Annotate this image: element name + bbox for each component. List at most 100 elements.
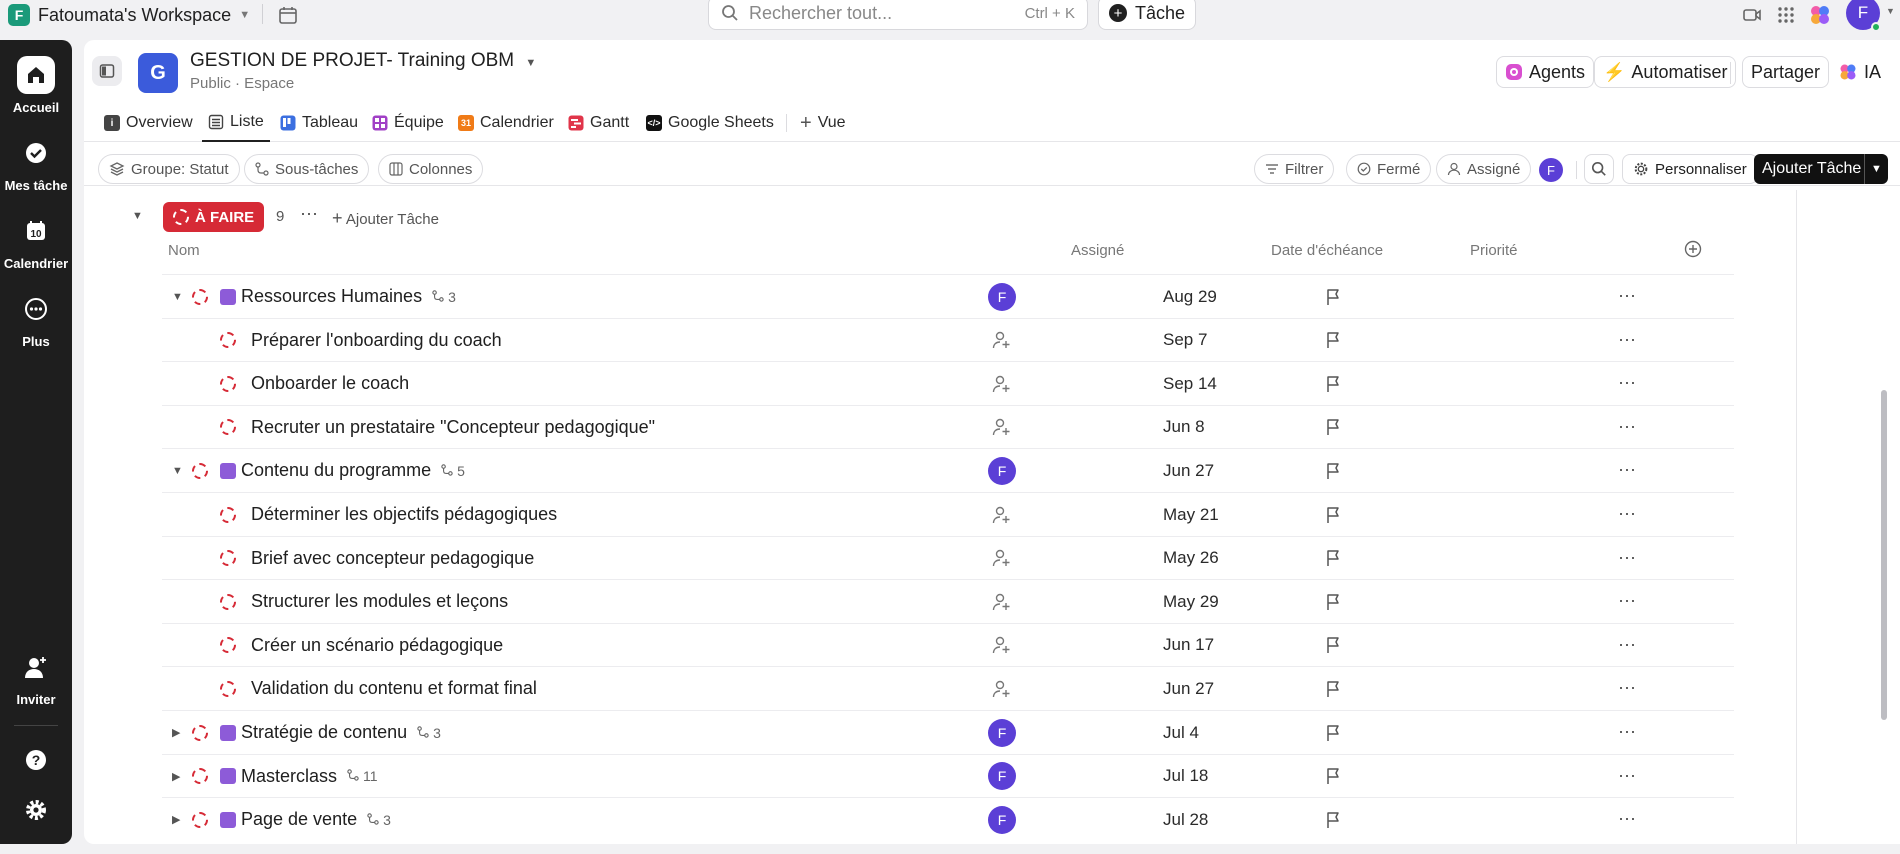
agents-button[interactable]: Agents (1496, 56, 1595, 88)
assign-user-icon[interactable] (992, 505, 1012, 525)
priority-flag-icon[interactable] (1326, 288, 1342, 306)
due-date[interactable]: Jun 27 (1163, 679, 1214, 699)
priority-flag-icon[interactable] (1326, 593, 1342, 611)
caret-down-icon[interactable]: ▼ (172, 291, 183, 303)
assignee-avatar[interactable]: F (988, 718, 1016, 747)
due-date[interactable]: Jul 4 (1163, 723, 1199, 743)
priority-flag-icon[interactable] (1326, 724, 1342, 742)
status-circle-icon[interactable] (192, 288, 208, 305)
more-icon[interactable]: ⋯ (1618, 678, 1637, 699)
due-date[interactable]: Sep 7 (1163, 330, 1207, 350)
tab-list[interactable]: Liste (202, 104, 270, 142)
table-row[interactable]: ▼ Contenu du programme F Jun 27 ⋯ 5 (162, 448, 1734, 492)
sidebar-toggle-icon[interactable] (92, 56, 122, 86)
assign-user-icon[interactable] (992, 679, 1012, 699)
add-view-button[interactable]: + Vue (800, 104, 846, 142)
group-by-button[interactable]: Groupe: Statut (98, 154, 240, 184)
table-row[interactable]: Brief avec concepteur pedagogique May 26 ⋯ (162, 535, 1734, 580)
subtask-count[interactable]: 3 (417, 725, 441, 741)
task-name[interactable]: Stratégie de contenu (241, 722, 407, 743)
due-date[interactable]: May 29 (1163, 592, 1219, 612)
due-date[interactable]: Aug 29 (1163, 287, 1217, 307)
sidebar-item-calendar[interactable]: 10 Calendrier (0, 212, 72, 271)
page-title[interactable]: GESTION DE PROJET- Training OBM ▼ (190, 50, 536, 72)
sidebar-item-more[interactable]: Plus (0, 290, 72, 349)
status-circle-icon[interactable] (220, 550, 236, 567)
video-icon[interactable] (1742, 5, 1762, 25)
add-task-button[interactable]: Ajouter Tâche ▼ (1754, 154, 1888, 184)
table-row[interactable]: Préparer l'onboarding du coach Sep 7 ⋯ (162, 317, 1734, 362)
status-circle-icon[interactable] (220, 419, 236, 436)
priority-flag-icon[interactable] (1326, 462, 1342, 480)
status-circle-icon[interactable] (192, 462, 208, 479)
more-icon[interactable]: ⋯ (1618, 330, 1637, 351)
columns-button[interactable]: Colonnes (378, 154, 484, 184)
chevron-down-icon[interactable]: ▼ (1864, 154, 1888, 184)
assigned-filter[interactable]: Assigné (1436, 154, 1532, 184)
priority-flag-icon[interactable] (1326, 331, 1342, 349)
subtask-count[interactable]: 3 (367, 812, 391, 828)
assign-user-icon[interactable] (992, 548, 1012, 568)
search-tasks-button[interactable] (1584, 154, 1614, 184)
automate-button[interactable]: ⚡ Automatiser (1594, 56, 1737, 88)
table-row[interactable]: ▶ Page de vente F Jul 28 ⋯ 3 (162, 797, 1734, 841)
task-name[interactable]: Ressources Humaines (241, 286, 422, 307)
status-circle-icon[interactable] (220, 680, 236, 697)
task-name[interactable]: Page de vente (241, 809, 357, 830)
chevron-down-icon[interactable]: ▼ (1886, 6, 1895, 16)
assign-user-icon[interactable] (992, 330, 1012, 350)
more-icon[interactable]: ⋯ (1618, 722, 1637, 743)
table-row[interactable]: ▼ Ressources Humaines F Aug 29 ⋯ 3 (162, 274, 1734, 318)
settings-gear-icon[interactable] (24, 798, 48, 827)
task-name[interactable]: Brief avec concepteur pedagogique (251, 548, 534, 569)
status-circle-icon[interactable] (220, 375, 236, 392)
assignee-avatar[interactable]: F (988, 762, 1016, 791)
filter-button[interactable]: Filtrer (1254, 154, 1335, 184)
due-date[interactable]: May 21 (1163, 505, 1219, 525)
more-icon[interactable]: ⋯ (1618, 417, 1637, 438)
more-icon[interactable]: ⋯ (1618, 504, 1637, 525)
sidebar-item-my-tasks[interactable]: Mes tâche (0, 134, 72, 193)
column-header-name[interactable]: Nom (168, 242, 200, 272)
calendar-icon[interactable] (278, 5, 298, 25)
table-row[interactable]: Déterminer les objectifs pédagogiques May… (162, 492, 1734, 536)
task-name[interactable]: Préparer l'onboarding du coach (251, 330, 502, 351)
tab-board[interactable]: Tableau (280, 104, 358, 142)
due-date[interactable]: Jun 27 (1163, 461, 1214, 481)
table-row[interactable]: ▶ Stratégie de contenu F Jul 4 ⋯ 3 (162, 710, 1734, 754)
sidebar-item-home[interactable]: Accueil (0, 56, 72, 115)
assignee-avatar[interactable]: F (988, 456, 1016, 485)
task-name[interactable]: Structurer les modules et leçons (251, 591, 508, 612)
table-row[interactable]: Structurer les modules et leçons May 29 ⋯ (162, 579, 1734, 623)
due-date[interactable]: Jul 28 (1163, 810, 1208, 830)
status-badge[interactable]: À FAIRE (163, 202, 265, 232)
customize-button[interactable]: Personnaliser (1622, 154, 1758, 184)
priority-flag-icon[interactable] (1326, 811, 1342, 829)
caret-right-icon[interactable]: ▶ (172, 813, 180, 826)
tab-overview[interactable]: i Overview (104, 104, 193, 142)
priority-flag-icon[interactable] (1326, 767, 1342, 785)
search-input[interactable]: Rechercher tout... Ctrl + K (708, 0, 1088, 30)
status-circle-icon[interactable] (220, 637, 236, 654)
more-icon[interactable]: ⋯ (1618, 766, 1637, 787)
task-name[interactable]: Créer un scénario pédagogique (251, 635, 503, 656)
more-icon[interactable]: ⋯ (1618, 809, 1637, 830)
ai-brain-icon[interactable] (1808, 3, 1832, 27)
new-task-button[interactable]: + Tâche (1098, 0, 1197, 30)
assign-user-icon[interactable] (992, 374, 1012, 394)
status-circle-icon[interactable] (192, 811, 208, 828)
status-circle-icon[interactable] (192, 724, 208, 741)
more-icon[interactable]: ⋯ (1618, 286, 1637, 307)
status-circle-icon[interactable] (192, 768, 208, 785)
caret-down-icon[interactable]: ▼ (132, 210, 143, 222)
task-name[interactable]: Déterminer les objectifs pédagogiques (251, 504, 557, 525)
caret-right-icon[interactable]: ▶ (172, 726, 180, 739)
assignee-avatar[interactable]: F (988, 282, 1016, 311)
subtask-count[interactable]: 3 (432, 289, 456, 305)
due-date[interactable]: Jun 17 (1163, 635, 1214, 655)
column-header-due-date[interactable]: Date d'échéance (1271, 242, 1383, 272)
tab-team[interactable]: Équipe (372, 104, 444, 142)
assignee-avatar[interactable]: F (988, 805, 1016, 834)
status-circle-icon[interactable] (220, 593, 236, 610)
table-row[interactable]: Créer un scénario pédagogique Jun 17 ⋯ (162, 622, 1734, 667)
